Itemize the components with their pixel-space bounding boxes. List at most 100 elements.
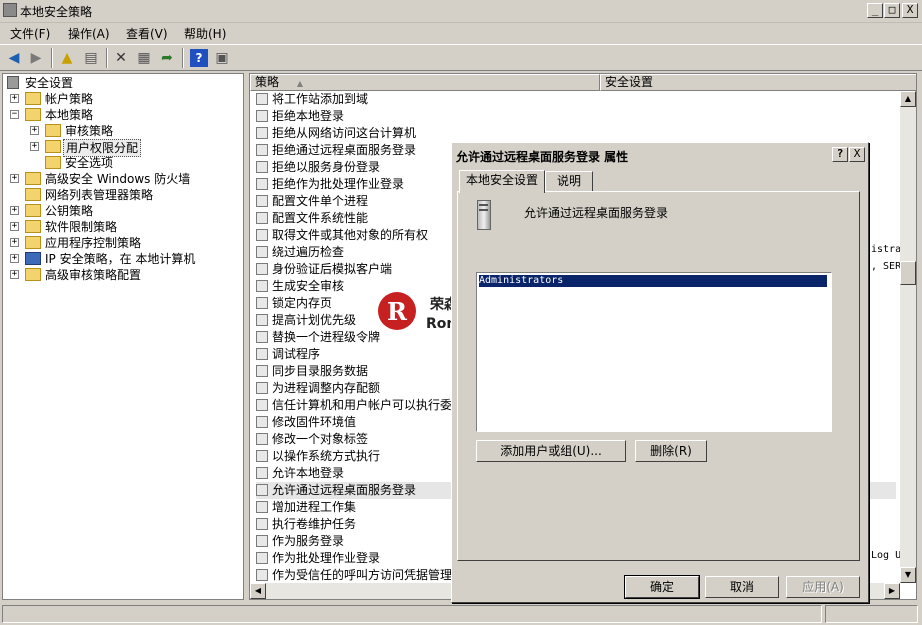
dialog-title-bar: 允许通过远程桌面服务登录 属性 ? X <box>454 145 865 165</box>
policy-name: 增加进程工作集 <box>272 500 357 514</box>
scroll-right-icon[interactable]: ▶ <box>884 583 900 599</box>
policy-name: 作为批处理作业登录 <box>272 551 381 565</box>
policy-icon <box>256 297 268 309</box>
expand-icon[interactable]: + <box>10 94 19 103</box>
expand-icon[interactable]: + <box>30 126 39 135</box>
list-item[interactable]: 拒绝从网络访问这台计算机 <box>256 125 606 142</box>
policy-name: 拒绝通过远程桌面服务登录 <box>272 143 417 157</box>
menu-help[interactable]: 帮助(H) <box>184 25 226 42</box>
policy-name: 作为服务登录 <box>272 534 345 548</box>
expand-icon[interactable]: + <box>10 206 19 215</box>
policy-name: 锁定内存页 <box>272 296 333 310</box>
action-pane-icon[interactable]: ▣ <box>213 49 231 67</box>
toolbar-separator <box>106 48 108 68</box>
add-user-button[interactable]: 添加用户或组(U)... <box>476 440 626 462</box>
policy-name: 身份验证后模拟客户端 <box>272 262 393 276</box>
tree-item-firewall[interactable]: + 高级安全 Windows 防火墙 <box>3 171 243 187</box>
tree-item-account-policy[interactable]: + 帐户策略 <box>3 91 243 107</box>
policy-name: 允许本地登录 <box>272 466 345 480</box>
dialog-close-button[interactable]: X <box>849 147 865 162</box>
status-panel <box>825 605 918 623</box>
window-title: 本地安全策略 <box>20 5 93 19</box>
apply-button[interactable]: 应用(A) <box>786 576 860 598</box>
server-icon <box>475 200 495 232</box>
tab-local-security[interactable]: 本地安全设置 <box>459 170 545 193</box>
policy-icon <box>256 127 268 139</box>
policy-icon <box>256 484 268 496</box>
policy-name: 拒绝从网络访问这台计算机 <box>272 126 417 140</box>
policy-name: 提高计划优先级 <box>272 313 357 327</box>
expand-icon[interactable]: + <box>10 238 19 247</box>
user-group-list[interactable]: Administrators <box>476 272 832 432</box>
close-button[interactable]: X <box>902 3 918 18</box>
list-item[interactable]: 将工作站添加到域 <box>256 91 606 108</box>
dialog-help-button[interactable]: ? <box>832 147 848 162</box>
policy-name: 修改一个对象标签 <box>272 432 369 446</box>
policy-name: 绕过遍历检查 <box>272 245 345 259</box>
tree-item-audit-policy[interactable]: + 审核策略 <box>3 123 243 139</box>
list-item[interactable]: 拒绝本地登录 <box>256 108 606 125</box>
remove-button[interactable]: 删除(R) <box>635 440 707 462</box>
policy-icon <box>256 229 268 241</box>
tab-panel: 允许通过远程桌面服务登录 Administrators 添加用户或组(U)...… <box>457 191 860 561</box>
collapse-icon[interactable]: − <box>10 110 19 119</box>
column-header-setting[interactable]: 安全设置 <box>600 74 916 91</box>
scroll-up-icon[interactable]: ▲ <box>900 91 916 107</box>
vertical-scrollbar[interactable]: ▲ ▼ <box>900 91 916 583</box>
column-header-policy[interactable]: 策略 ▲ <box>250 74 600 91</box>
title-bar: 本地安全策略 _ □ X <box>0 0 922 23</box>
policy-icon <box>256 212 268 224</box>
expand-icon[interactable]: + <box>10 270 19 279</box>
scroll-left-icon[interactable]: ◀ <box>250 583 266 599</box>
tree-item-advanced-audit[interactable]: + 高级审核策略配置 <box>3 267 243 283</box>
show-tree-icon[interactable]: ▤ <box>82 49 100 67</box>
scroll-down-icon[interactable]: ▼ <box>900 567 916 583</box>
toolbar-separator <box>51 48 53 68</box>
tree-item-ip-security[interactable]: + IP 安全策略，在 本地计算机 <box>3 251 243 267</box>
ok-button[interactable]: 确定 <box>624 575 700 599</box>
minimize-button[interactable]: _ <box>867 3 883 18</box>
list-item[interactable]: Administrators <box>479 275 827 287</box>
back-icon[interactable]: ◀ <box>5 49 23 67</box>
properties-icon[interactable]: ▦ <box>135 49 153 67</box>
policy-name: 将工作站添加到域 <box>272 92 369 106</box>
tree-item-software-restriction[interactable]: + 软件限制策略 <box>3 219 243 235</box>
sort-ascending-icon: ▲ <box>296 79 303 88</box>
menu-file[interactable]: 文件(F) <box>10 25 50 42</box>
policy-name: 调试程序 <box>272 347 321 361</box>
policy-name: 取得文件或其他对象的所有权 <box>272 228 429 242</box>
help-icon[interactable]: ? <box>190 49 208 67</box>
status-bar <box>0 603 922 625</box>
delete-icon[interactable]: ✕ <box>112 49 130 67</box>
policy-icon <box>256 416 268 428</box>
expand-icon[interactable]: + <box>10 222 19 231</box>
export-list-icon[interactable]: ➦ <box>158 49 176 67</box>
scroll-thumb[interactable] <box>900 261 916 285</box>
tree-item-public-key[interactable]: + 公钥策略 <box>3 203 243 219</box>
tab-explain[interactable]: 说明 <box>545 171 593 192</box>
tree-item-app-control[interactable]: + 应用程序控制策略 <box>3 235 243 251</box>
watermark-logo-letter: R <box>387 297 407 326</box>
menu-view[interactable]: 查看(V) <box>126 25 168 42</box>
forward-icon[interactable]: ▶ <box>27 49 45 67</box>
folder-icon <box>25 204 41 217</box>
expand-icon[interactable]: + <box>30 142 39 151</box>
status-panel <box>2 605 822 623</box>
up-folder-icon[interactable]: ▲ <box>58 49 76 67</box>
expand-icon[interactable]: + <box>10 254 19 263</box>
policy-icon <box>256 110 268 122</box>
tree-item-local-policy[interactable]: − 本地策略 <box>3 107 243 123</box>
tree-item-security-options[interactable]: 安全选项 <box>3 155 243 171</box>
policy-icon <box>256 501 268 513</box>
tree-item-user-rights[interactable]: + 用户权限分配 <box>3 139 243 157</box>
cancel-button[interactable]: 取消 <box>705 576 779 598</box>
tree-item-network-list[interactable]: 网络列表管理器策略 <box>3 187 243 203</box>
expand-icon[interactable]: + <box>10 174 19 183</box>
folder-icon <box>25 268 41 281</box>
folder-icon <box>25 172 41 185</box>
maximize-button[interactable]: □ <box>884 3 900 18</box>
tree-root[interactable]: 安全设置 <box>3 75 243 91</box>
policy-icon <box>256 178 268 190</box>
menu-action[interactable]: 操作(A) <box>68 25 110 42</box>
policy-name: 生成安全审核 <box>272 279 345 293</box>
